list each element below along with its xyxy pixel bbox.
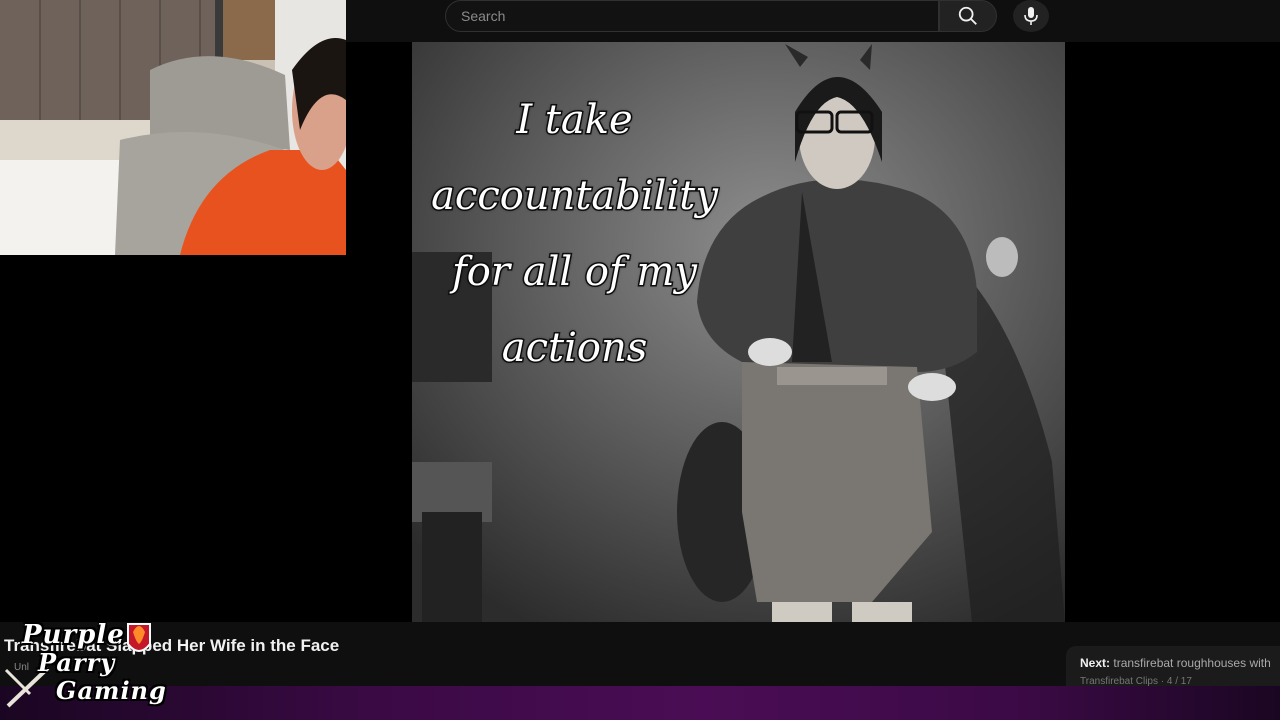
microphone-icon [1024,7,1038,25]
top-search-bar [346,0,1280,42]
search-box[interactable] [445,0,939,32]
video-info-bar: Transfirebat Slapped Her Wife in the Fac… [0,622,1280,688]
voice-search-button[interactable] [1013,0,1049,32]
stream-screen: I take accountability for all of my acti… [0,0,1280,720]
video-player[interactable]: I take accountability for all of my acti… [412,42,1065,622]
up-next-label: Next: [1080,656,1111,670]
up-next-card[interactable]: Next: transfirebat roughhouses with Tran… [1066,646,1280,688]
up-next-title: transfirebat roughhouses with [1113,656,1271,670]
meme-caption: I take accountability for all of my acti… [430,96,720,373]
logo-line-gaming: Gaming [56,676,167,705]
up-next-line: Next: transfirebat roughhouses with [1080,656,1280,670]
search-button[interactable] [939,0,997,32]
webcam-feed [0,0,346,255]
search-icon [958,6,977,25]
search-input[interactable] [446,1,938,31]
purple-banner [0,686,1280,720]
webcam-overlay [0,0,346,255]
channel-logo: Purple Parry Gaming [0,618,167,714]
logo-line-purple: Purple [22,620,125,650]
logo-line-parry: Parry [38,648,116,677]
